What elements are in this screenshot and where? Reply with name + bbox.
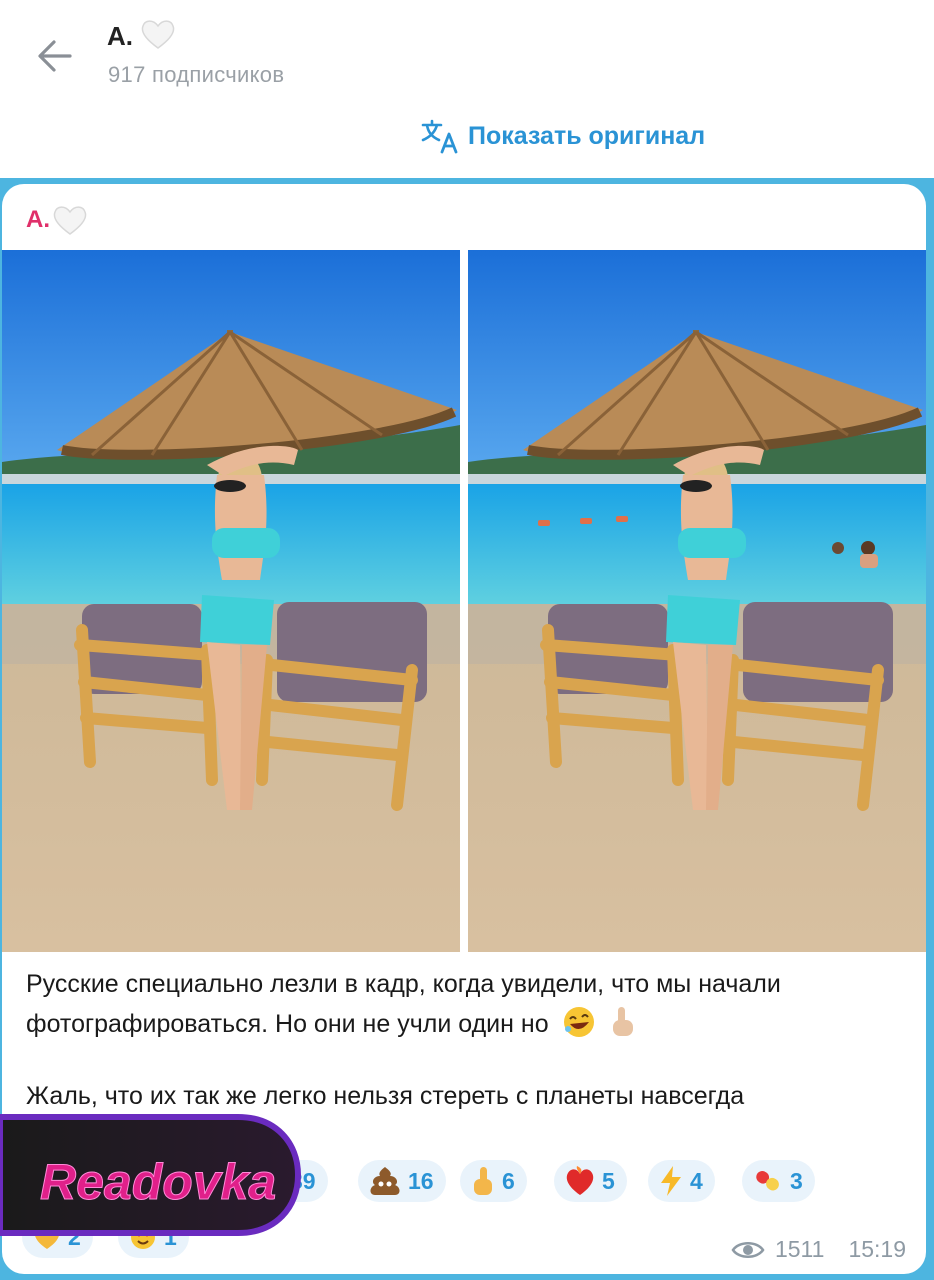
reaction-count: 4 bbox=[690, 1167, 703, 1194]
photo-right[interactable] bbox=[468, 250, 926, 952]
readovka-logo-image: Readovka bbox=[0, 1114, 302, 1236]
rofl-emoji-icon bbox=[563, 1007, 594, 1037]
lightning-emoji-icon bbox=[661, 1166, 681, 1196]
post-author[interactable]: А. bbox=[26, 204, 88, 236]
pill-emoji-icon bbox=[756, 1170, 779, 1191]
white-heart-icon bbox=[141, 20, 175, 49]
message-line-2-text: фотографироваться. Но они не учли один н… bbox=[26, 1010, 549, 1038]
channel-name: А. bbox=[107, 21, 133, 51]
channel-title[interactable]: А. bbox=[107, 18, 176, 52]
back-button[interactable] bbox=[30, 30, 82, 82]
subscriber-count: 917 подписчиков bbox=[108, 62, 285, 87]
eye-icon bbox=[731, 1241, 765, 1258]
message-text: Русские специально лезли в кадр, когда у… bbox=[26, 964, 906, 1116]
pointing-up-emoji-icon bbox=[612, 1007, 633, 1036]
reaction-poop[interactable]: 16 bbox=[358, 1160, 446, 1202]
reaction-lightning[interactable]: 4 bbox=[648, 1160, 715, 1202]
svg-text:Readovka: Readovka bbox=[40, 1154, 276, 1210]
beach-photo-image bbox=[2, 250, 460, 952]
show-original-button[interactable]: Показать оригинал bbox=[420, 118, 705, 154]
message-time: 15:19 bbox=[848, 1236, 906, 1262]
message-bubble: А. Русские специально лезли в кадр, когд… bbox=[2, 184, 926, 1274]
message-line-2: фотографироваться. Но они не учли один н… bbox=[26, 1004, 906, 1044]
photo-left[interactable] bbox=[2, 250, 460, 952]
message-meta: 1511 15:19 bbox=[731, 1236, 906, 1263]
poop-emoji-icon bbox=[370, 1167, 400, 1195]
translate-icon bbox=[421, 119, 458, 154]
message-line-1: Русские специально лезли в кадр, когда у… bbox=[26, 970, 781, 998]
reaction-count: 5 bbox=[602, 1167, 615, 1194]
reaction-middle-finger[interactable]: 6 bbox=[460, 1160, 527, 1202]
message-line-3: Жаль, что их так же легко нельзя стереть… bbox=[26, 1082, 745, 1110]
reaction-count: 16 bbox=[408, 1167, 434, 1194]
arrow-left-icon bbox=[38, 40, 72, 72]
white-heart-icon bbox=[53, 206, 87, 235]
reaction-heart-on-fire[interactable]: 5 bbox=[554, 1160, 627, 1202]
show-original-label: Показать оригинал bbox=[468, 121, 706, 150]
reaction-count: 6 bbox=[502, 1167, 515, 1194]
beach-photo-edited-image bbox=[468, 250, 926, 952]
heart-on-fire-emoji-icon bbox=[566, 1166, 594, 1195]
channel-header: А. 917 подписчиков bbox=[0, 0, 934, 105]
reaction-pill[interactable]: 3 bbox=[742, 1160, 815, 1202]
middle-finger-emoji-icon bbox=[474, 1167, 492, 1195]
post-author-name: А. bbox=[26, 206, 50, 233]
reaction-count: 3 bbox=[790, 1167, 803, 1194]
view-count: 1511 bbox=[774, 1236, 825, 1262]
readovka-logo: Readovka bbox=[0, 1113, 302, 1237]
